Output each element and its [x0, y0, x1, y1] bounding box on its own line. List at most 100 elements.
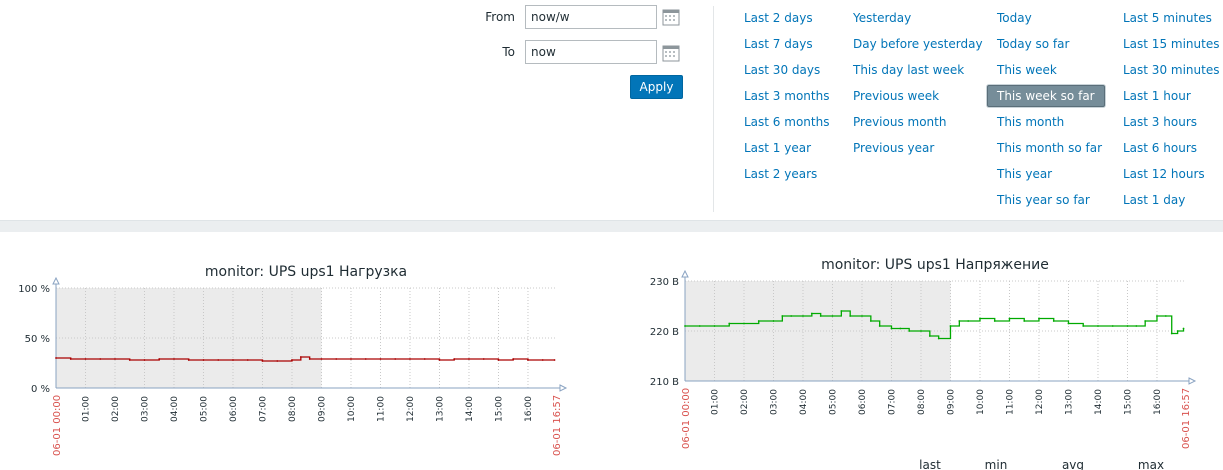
x-tick-label: 03:00 [140, 396, 150, 422]
data-point [1156, 315, 1158, 317]
quick-range-2-3[interactable]: This week so far [987, 85, 1105, 107]
quick-range-1-2[interactable]: This day last week [853, 62, 964, 78]
graph-title: monitor: UPS ups1 Нагрузка [205, 264, 407, 280]
data-point [861, 315, 863, 317]
data-point [899, 327, 902, 330]
quick-range-2-0[interactable]: Today [997, 10, 1032, 26]
x-tick-label: 12:00 [1035, 389, 1045, 415]
data-point [527, 359, 529, 361]
x-tick-label: 16:00 [524, 396, 534, 422]
quick-range-2-5[interactable]: This month so far [997, 140, 1102, 156]
quick-range-1-0[interactable]: Yesterday [853, 10, 911, 26]
quick-range-0-6[interactable]: Last 2 years [744, 166, 817, 182]
quick-range-2-6[interactable]: This year [997, 166, 1052, 182]
data-point [757, 320, 760, 322]
x-end-label: 06-01 16:57 [552, 395, 563, 456]
data-point [409, 358, 411, 360]
data-point [1082, 325, 1085, 327]
x-tick-label: 02:00 [740, 389, 750, 415]
quick-range-2-1[interactable]: Today so far [997, 36, 1069, 52]
quick-range-3-3[interactable]: Last 1 hour [1123, 88, 1191, 104]
x-tick-label: 11:00 [376, 396, 386, 422]
quick-range-3-7[interactable]: Last 1 day [1123, 192, 1185, 208]
quick-range-0-4[interactable]: Last 6 months [744, 114, 829, 130]
data-point [143, 359, 146, 361]
calendar-to-icon[interactable] [662, 44, 680, 62]
data-point [394, 358, 397, 360]
quick-range-0-3[interactable]: Last 3 months [744, 88, 829, 104]
data-point [772, 320, 775, 322]
data-point [423, 358, 426, 360]
data-point [541, 359, 544, 361]
quick-range-2-2[interactable]: This week [997, 62, 1057, 78]
x-tick-label: 13:00 [435, 396, 445, 422]
x-end-label: 06-01 16:57 [1181, 388, 1192, 449]
data-point [1052, 320, 1055, 322]
data-point [350, 358, 352, 360]
data-point [1182, 327, 1185, 330]
quick-range-3-4[interactable]: Last 3 hours [1123, 114, 1197, 130]
x-tick-label: 08:00 [917, 389, 927, 415]
quick-range-3-6[interactable]: Last 12 hours [1123, 166, 1205, 182]
quick-range-3-5[interactable]: Last 6 hours [1123, 140, 1197, 156]
data-point [840, 310, 843, 312]
data-point [1135, 325, 1138, 327]
x-tick-label: 04:00 [799, 389, 809, 415]
quick-range-3-2[interactable]: Last 30 minutes [1123, 62, 1219, 78]
legend-column-last: last [919, 458, 941, 470]
data-point [276, 360, 279, 362]
data-point [173, 358, 175, 360]
data-point [908, 330, 911, 332]
data-point [84, 358, 87, 360]
x-tick-label: 15:00 [494, 396, 504, 422]
from-label: From [485, 10, 515, 24]
data-point [1008, 317, 1011, 320]
data-point [993, 320, 996, 322]
quick-range-2-4[interactable]: This month [997, 114, 1064, 130]
data-point [967, 320, 970, 322]
data-point [728, 322, 731, 325]
data-point [869, 320, 872, 322]
quick-range-0-1[interactable]: Last 7 days [744, 36, 813, 52]
data-point [482, 358, 485, 360]
quick-range-0-0[interactable]: Last 2 days [744, 10, 813, 26]
quick-range-3-0[interactable]: Last 5 minutes [1123, 10, 1212, 26]
from-input[interactable] [525, 5, 657, 29]
y-axis-arrow-icon [52, 276, 60, 285]
data-point [802, 315, 804, 317]
data-point [232, 359, 234, 361]
data-point [698, 325, 701, 327]
data-point [1144, 320, 1147, 322]
quick-range-1-1[interactable]: Day before yesterday [853, 36, 983, 52]
data-point [438, 359, 441, 361]
data-point [937, 337, 940, 340]
y-tick-label: 230 В [650, 277, 679, 288]
quick-range-0-2[interactable]: Last 30 days [744, 62, 820, 78]
data-point [553, 359, 556, 361]
data-point [299, 356, 302, 358]
data-point [878, 325, 881, 327]
x-tick-label: 02:00 [111, 396, 121, 422]
data-point [949, 325, 952, 327]
x-tick-label: 07:00 [887, 389, 897, 415]
x-tick-label: 14:00 [465, 396, 475, 422]
quick-range-3-1[interactable]: Last 15 minutes [1123, 36, 1219, 52]
apply-button[interactable]: Apply [630, 75, 683, 99]
quick-range-1-5[interactable]: Previous year [853, 140, 934, 156]
data-point [849, 315, 852, 317]
quick-range-1-4[interactable]: Previous month [853, 114, 946, 130]
quick-range-1-3[interactable]: Previous week [853, 88, 939, 104]
calendar-from-icon[interactable] [662, 8, 680, 26]
x-tick-label: 13:00 [1064, 389, 1074, 415]
quick-range-2-7[interactable]: This year so far [997, 192, 1090, 208]
quick-range-0-5[interactable]: Last 1 year [744, 140, 811, 156]
data-point [114, 358, 116, 360]
data-point [512, 358, 515, 360]
data-point [55, 357, 57, 359]
to-input[interactable] [525, 40, 657, 64]
x-tick-label: 03:00 [769, 389, 779, 415]
x-tick-label: 04:00 [170, 396, 180, 422]
y-tick-label: 0 % [31, 384, 50, 395]
x-tick-label: 09:00 [946, 389, 956, 415]
data-point [1023, 320, 1026, 322]
